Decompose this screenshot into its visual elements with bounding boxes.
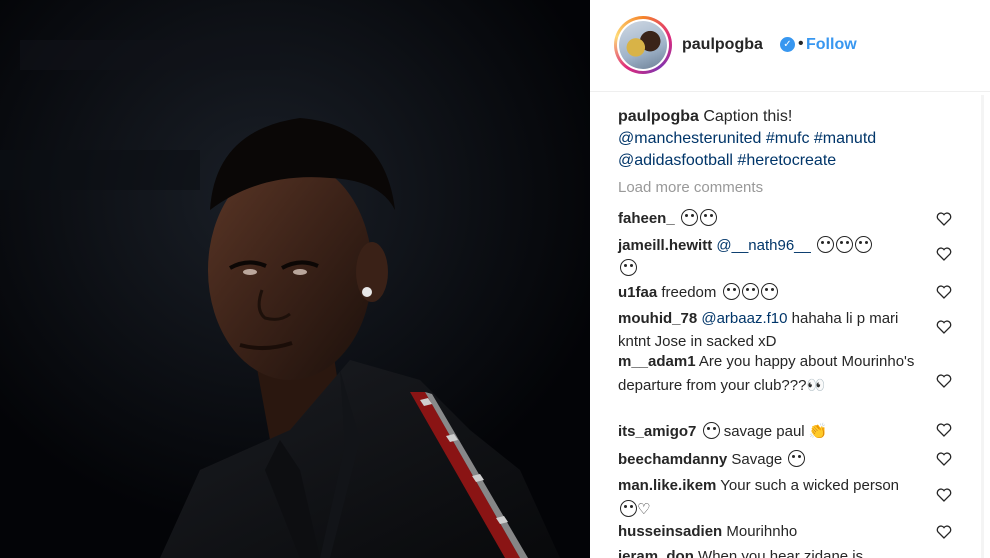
laughing-emoji-icon: [680, 209, 698, 226]
comment-item: beechamdanny Savage: [618, 449, 918, 472]
comment-item: faheen_: [618, 208, 918, 231]
comment-username[interactable]: m__adam1: [618, 353, 696, 370]
clapping-hand-emoji-icon: 👏: [808, 422, 828, 440]
like-heart-icon[interactable]: [936, 374, 952, 388]
eyes-emoji-icon: 👀: [806, 375, 826, 394]
comment-username[interactable]: u1faa: [618, 284, 657, 301]
like-heart-icon[interactable]: [936, 452, 952, 466]
caption-tags-line2[interactable]: @adidasfootball #heretocreate: [618, 152, 836, 169]
crying-laughing-emoji-icon: [760, 283, 778, 300]
crying-laughing-emoji-icon: [836, 236, 854, 253]
post-caption: paulpogba Caption this! @manchesterunite…: [618, 106, 948, 172]
comment-username[interactable]: mouhid_78: [618, 310, 697, 327]
header-username[interactable]: paulpogba: [682, 36, 763, 54]
comment-text: freedom: [661, 284, 717, 301]
laughing-emoji-icon: [788, 450, 806, 467]
comment-item: jeram_don When you hear zidane is: [618, 546, 918, 558]
comment-item: jameill.hewitt @__nath96__: [618, 235, 918, 280]
comment-username[interactable]: faheen_: [618, 210, 675, 227]
caption-tags-line1[interactable]: @manchesterunited #mufc #manutd: [618, 130, 876, 147]
avatar-image: [619, 21, 667, 69]
crying-laughing-emoji-icon: [817, 236, 835, 253]
verified-badge-icon: ✓: [780, 37, 795, 52]
like-heart-icon[interactable]: [936, 212, 952, 226]
portrait-image: [0, 0, 590, 558]
comment-text: Your such a wicked person: [720, 477, 900, 494]
comment-text: Savage: [731, 451, 783, 468]
like-heart-icon[interactable]: [936, 320, 952, 334]
comment-username[interactable]: husseinsadien: [618, 523, 722, 540]
like-heart-icon[interactable]: [936, 525, 952, 539]
caption-username[interactable]: paulpogba: [618, 108, 699, 125]
comment-item: mouhid_78 @arbaaz.f10 hahaha li p mari k…: [618, 308, 918, 353]
like-heart-icon[interactable]: [936, 247, 952, 261]
crying-laughing-emoji-icon: [855, 236, 873, 253]
comment-item: husseinsadien Mourihnho: [618, 521, 918, 544]
comment-text: When you hear zidane is: [698, 548, 864, 558]
load-more-comments-button[interactable]: Load more comments: [618, 179, 763, 196]
post-photo[interactable]: [0, 0, 590, 558]
comment-text: Mourihnho: [726, 523, 798, 540]
like-heart-icon[interactable]: [936, 423, 952, 437]
comment-username[interactable]: beechamdanny: [618, 451, 727, 468]
laughing-emoji-icon: [699, 209, 717, 226]
scrollbar[interactable]: [981, 95, 984, 558]
crying-laughing-emoji-icon: [620, 258, 637, 276]
post-header: paulpogba ✓ • Follow: [590, 0, 990, 92]
like-heart-icon[interactable]: [936, 285, 952, 299]
comment-item: u1faa freedom: [618, 282, 918, 305]
comment-username[interactable]: man.like.ikem: [618, 477, 716, 494]
comments-panel: paulpogba ✓ • Follow paulpogba Caption t…: [590, 0, 990, 558]
follow-button[interactable]: Follow: [806, 36, 857, 54]
crying-laughing-emoji-icon: [741, 283, 759, 300]
like-heart-icon[interactable]: [936, 488, 952, 502]
comment-mention[interactable]: @__nath96__: [716, 237, 810, 254]
caption-text: Caption this!: [703, 108, 793, 125]
broken-heart-emoji-icon: ♡: [637, 499, 651, 518]
crying-laughing-emoji-icon: [722, 283, 740, 300]
comment-item: man.like.ikem Your such a wicked person …: [618, 475, 918, 521]
comment-username[interactable]: jeram_don: [618, 548, 694, 558]
comment-mention[interactable]: @arbaaz.f10: [701, 310, 787, 327]
comment-text: savage paul: [723, 423, 805, 440]
crying-emoji-icon: [620, 499, 637, 517]
avatar[interactable]: [614, 16, 672, 74]
separator-dot: •: [798, 35, 804, 52]
smiling-emoji-icon: [702, 422, 720, 439]
comment-username[interactable]: jameill.hewitt: [618, 237, 712, 254]
comment-username[interactable]: its_amigo7: [618, 423, 696, 440]
comment-item: m__adam1 Are you happy about Mourinho's …: [618, 351, 918, 397]
comment-item: its_amigo7 savage paul 👏: [618, 420, 918, 444]
